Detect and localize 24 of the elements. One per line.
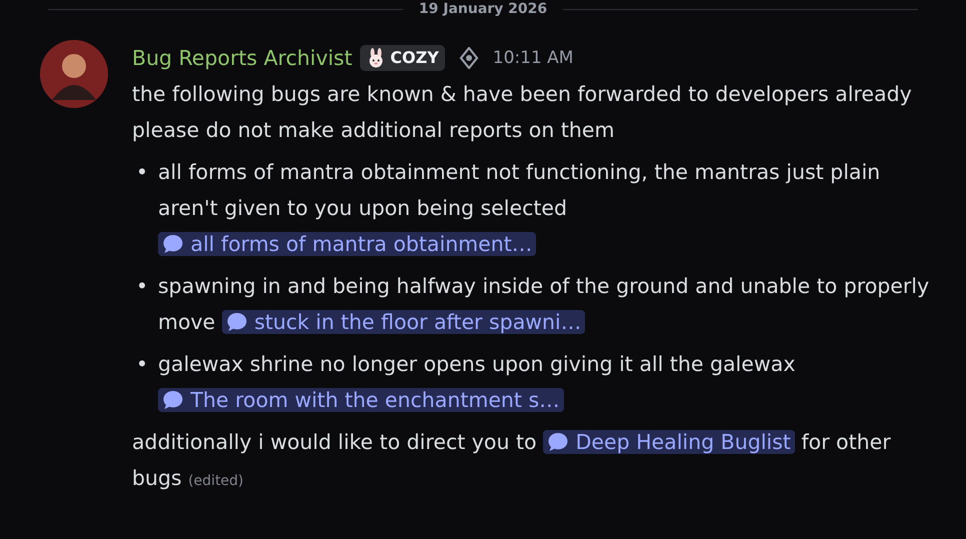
edited-label: (edited)	[188, 473, 244, 489]
bullet-marker: •	[136, 273, 150, 300]
thread-icon	[162, 390, 184, 410]
thread-link[interactable]: all forms of mantra obtainment…	[158, 232, 536, 256]
author-name[interactable]: Bug Reports Archivist	[132, 40, 352, 76]
bullet-marker: •	[136, 351, 150, 378]
message-text: the following bugs are known & have been forwarded to developers already	[132, 81, 913, 108]
target-icon	[458, 47, 479, 69]
thread-link[interactable]: stuck in the floor after spawni…	[222, 310, 586, 334]
thread-icon	[547, 432, 570, 452]
message-text: additionally i would like to direct you to Deep Healing Buglist for other bugs (edited)	[132, 429, 892, 492]
avatar	[40, 40, 108, 108]
thread-icon	[162, 234, 184, 254]
thread-link[interactable]: Deep Healing Buglist	[543, 430, 795, 454]
timestamp: 10:11 AM	[492, 47, 574, 70]
thread-icon	[226, 312, 248, 332]
date-divider: 19 January 2026	[418, 2, 548, 16]
bullet-marker: •	[136, 159, 150, 186]
list-item: spawning in and being halfway inside of the ground and unable to properly move stuck in the floor after spawni…	[158, 273, 930, 336]
message-text: please do not make additional reports on them	[132, 117, 616, 144]
thread-link[interactable]: The room with the enchantment s…	[158, 388, 564, 412]
list-item: all forms of mantra obtainment not functioning, the mantras just plain aren't given to you upon being selected all forms of mantra obtainment…	[158, 159, 882, 258]
server-tag: COZY	[360, 45, 445, 71]
list-item: galewax shrine no longer opens upon giving it all the galewax The room with the enchantment s…	[158, 351, 796, 414]
